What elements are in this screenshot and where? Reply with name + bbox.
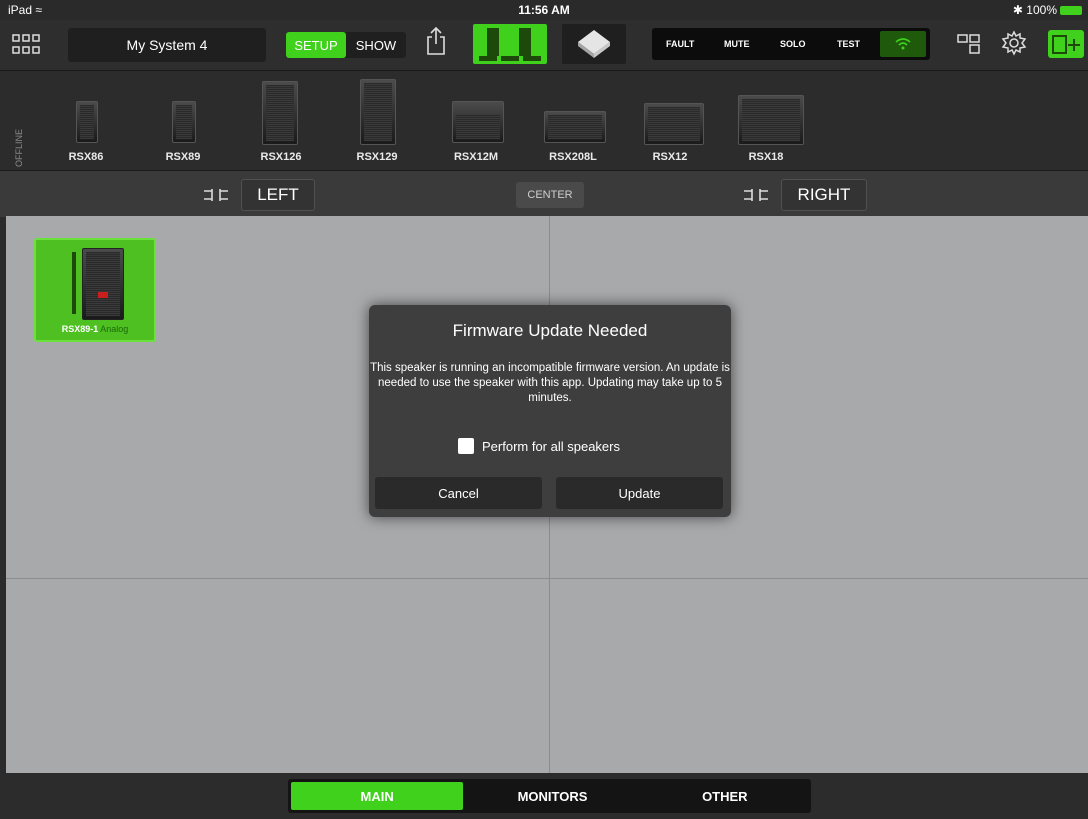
rsx129-label: RSX129 xyxy=(356,151,398,163)
share-icon[interactable] xyxy=(426,26,446,56)
add-device-button[interactable] xyxy=(1048,30,1084,58)
rsx208l-icon[interactable] xyxy=(544,111,606,143)
test-button[interactable]: TEST xyxy=(837,39,860,49)
clock: 11:56 AM xyxy=(518,3,570,17)
placed-speaker-card[interactable]: RSX89-1 Analog xyxy=(34,238,156,342)
system-name-field[interactable]: My System 4 xyxy=(68,28,266,62)
systems-grid-icon[interactable] xyxy=(12,34,40,56)
wireless-button[interactable] xyxy=(880,31,926,57)
update-button[interactable]: Update xyxy=(556,477,723,509)
view-tabs: MAIN MONITORS OTHER xyxy=(288,779,811,813)
tab-other[interactable]: OTHER xyxy=(639,779,811,813)
checkbox-label: Perform for all speakers xyxy=(482,438,620,454)
status-bar: iPad ≈ 11:56 AM ✱ 100% xyxy=(0,0,1088,20)
left-link-icon[interactable] xyxy=(204,187,228,203)
tab-main[interactable]: MAIN xyxy=(291,782,464,810)
show-mode-button[interactable]: SHOW xyxy=(346,32,406,58)
wifi-icon xyxy=(895,38,911,50)
status-light xyxy=(98,292,108,298)
setup-mode-button[interactable]: SETUP xyxy=(286,32,346,58)
room-view-icon[interactable] xyxy=(562,24,626,64)
rsx18-icon[interactable] xyxy=(738,95,804,145)
mute-button[interactable]: MUTE xyxy=(724,39,750,49)
all-speakers-option[interactable]: Perform for all speakers xyxy=(458,438,620,454)
rsx126-label: RSX126 xyxy=(260,151,302,163)
dialog-message: This speaker is running an incompatible … xyxy=(370,362,730,404)
rsx126-icon[interactable] xyxy=(262,81,298,145)
center-zone-button[interactable]: CENTER xyxy=(516,182,584,208)
left-zone-button[interactable]: LEFT xyxy=(241,179,315,211)
monitor-bar: FAULT MUTE SOLO TEST xyxy=(652,28,930,60)
canvas-horizontal-divider xyxy=(6,578,1088,579)
rsx18-label: RSX18 xyxy=(748,151,784,163)
add-device-icon xyxy=(1052,35,1080,54)
battery-icon xyxy=(1060,6,1082,16)
speaker-view-button[interactable] xyxy=(473,24,547,64)
speaker-stack-icon xyxy=(479,28,541,61)
rsx89-label: RSX89 xyxy=(165,151,201,163)
rsx12-icon[interactable] xyxy=(644,103,704,145)
rsx86-icon[interactable] xyxy=(76,101,98,143)
tab-monitors[interactable]: MONITORS xyxy=(466,779,638,813)
right-link-icon[interactable] xyxy=(744,187,768,203)
firmware-update-dialog: Firmware Update Needed This speaker is r… xyxy=(369,305,731,517)
top-toolbar: My System 4 SETUP SHOW FAULT MUTE SOLO T… xyxy=(0,20,1088,70)
rsx208l-label: RSX208L xyxy=(549,151,597,163)
rsx12m-label: RSX12M xyxy=(453,151,499,163)
bottom-bar: MAIN MONITORS OTHER xyxy=(0,773,1088,819)
rsx89-icon[interactable] xyxy=(172,101,196,143)
right-zone-button[interactable]: RIGHT xyxy=(781,179,867,211)
layout-icon[interactable] xyxy=(957,33,981,55)
dialog-title: Firmware Update Needed xyxy=(452,321,648,340)
bluetooth-icon: ✱ xyxy=(1012,3,1023,17)
cancel-button[interactable]: Cancel xyxy=(375,477,542,509)
settings-gear-icon[interactable] xyxy=(1001,30,1027,56)
speaker-palette: OFFLINE RSX86 RSX89 RSX126 RSX129 RSX12M… xyxy=(0,70,1088,171)
rsx12m-icon[interactable] xyxy=(452,101,504,143)
rsx89-speaker-icon xyxy=(82,248,124,320)
all-speakers-checkbox[interactable] xyxy=(458,438,474,454)
rsx86-label: RSX86 xyxy=(68,151,104,163)
mode-switch: SETUP SHOW xyxy=(286,32,406,58)
level-meter xyxy=(72,252,76,314)
rsx12-label: RSX12 xyxy=(652,151,688,163)
fault-indicator[interactable]: FAULT xyxy=(666,39,694,49)
zone-bar: LEFT CENTER RIGHT xyxy=(0,170,1088,217)
placed-speaker-label: RSX89-1 Analog xyxy=(61,324,129,334)
offline-label: OFFLINE xyxy=(14,128,24,167)
battery-status: ✱ 100% xyxy=(1013,3,1082,17)
solo-button[interactable]: SOLO xyxy=(780,39,806,49)
rsx129-icon[interactable] xyxy=(360,79,396,145)
